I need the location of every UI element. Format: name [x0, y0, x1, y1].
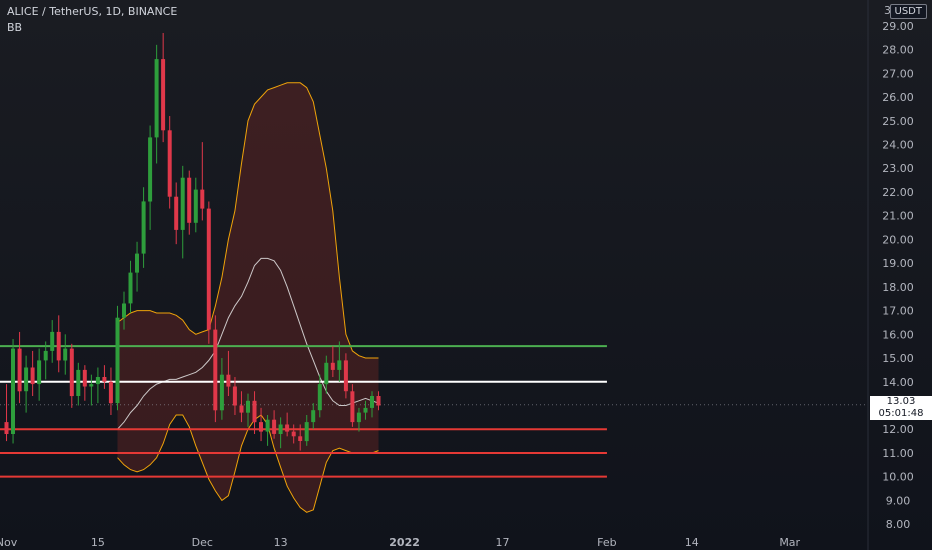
- symbol-title[interactable]: ALICE / TetherUS, 1D, BINANCE: [7, 5, 177, 18]
- candle-body-6: [43, 350, 48, 361]
- candle-body-55: [363, 407, 368, 413]
- y-tick-label: 28.00: [882, 44, 914, 57]
- candle-body-28: [187, 177, 192, 223]
- candle-body-3: [24, 367, 29, 392]
- candle-body-18: [122, 303, 126, 318]
- y-tick-label: 23.00: [882, 162, 914, 175]
- candle-body-46: [304, 422, 309, 442]
- y-tick-label: 8.00: [886, 518, 911, 531]
- candle-body-17: [115, 317, 120, 404]
- y-tick-label: 25.00: [882, 115, 914, 128]
- candle-body-4: [30, 367, 35, 385]
- candle-body-10: [69, 348, 74, 397]
- candle-body-21: [141, 201, 146, 254]
- candle-body-16: [108, 381, 113, 404]
- candle-body-54: [356, 412, 361, 423]
- candle-body-53: [350, 391, 355, 423]
- y-tick-label: 26.00: [882, 91, 914, 104]
- y-tick-label: 15.00: [882, 352, 914, 365]
- candle-body-13: [89, 384, 94, 387]
- candle-body-49: [324, 362, 329, 385]
- candle-body-56: [370, 396, 374, 408]
- candle-body-50: [330, 362, 335, 370]
- y-tick-label: 27.00: [882, 67, 914, 80]
- candle-body-7: [50, 331, 55, 351]
- bar-countdown: 05:01:48: [878, 408, 924, 419]
- x-tick-label: Feb: [597, 536, 616, 549]
- candle-body-2: [17, 348, 22, 392]
- y-tick-label: 17.00: [882, 305, 914, 318]
- y-tick-label: 11.00: [882, 447, 914, 460]
- last-price-tag: 13.03 05:01:48: [870, 396, 932, 420]
- y-tick-label: 19.00: [882, 257, 914, 270]
- candle-body-24: [161, 59, 166, 131]
- y-tick-label: 10.00: [882, 471, 914, 484]
- candle-body-25: [167, 130, 172, 197]
- candle-body-44: [291, 431, 296, 437]
- x-tick-label: 17: [496, 536, 510, 549]
- candle-body-48: [317, 384, 322, 411]
- candle-body-11: [76, 369, 81, 396]
- candle-body-51: [337, 360, 342, 370]
- x-tick-label: 15: [91, 536, 105, 549]
- candle-body-1: [11, 348, 15, 434]
- y-tick-label: 18.00: [882, 281, 914, 294]
- candle-body-42: [278, 424, 283, 434]
- y-tick-label: 9.00: [886, 494, 911, 507]
- candle-body-45: [298, 436, 303, 441]
- price-chart[interactable]: 8.009.0010.0011.0012.0013.0014.0015.0016…: [0, 0, 932, 550]
- candle-body-39: [259, 422, 263, 432]
- x-tick-label: 13: [274, 536, 288, 549]
- y-tick-label: 14.00: [882, 376, 914, 389]
- candle-body-15: [102, 377, 107, 382]
- candle-body-34: [226, 374, 231, 387]
- candle-body-43: [285, 424, 290, 432]
- candle-body-38: [252, 400, 257, 423]
- x-tick-label: Mar: [779, 536, 800, 549]
- chart-container[interactable]: 8.009.0010.0011.0012.0013.0014.0015.0016…: [0, 0, 932, 550]
- candle-body-9: [63, 348, 68, 361]
- candle-body-40: [265, 419, 270, 432]
- candle-body-23: [154, 59, 159, 138]
- candle-body-32: [213, 329, 218, 411]
- candle-body-26: [174, 196, 179, 230]
- candle-body-8: [56, 331, 61, 361]
- y-tick-label: 29.00: [882, 20, 914, 33]
- candle-body-35: [232, 386, 237, 406]
- y-tick-label: 20.00: [882, 233, 914, 246]
- candle-body-52: [343, 360, 348, 392]
- candle-body-27: [180, 177, 185, 230]
- candle-body-0: [4, 422, 9, 434]
- candle-body-41: [272, 419, 277, 434]
- y-tick-label: 12.00: [882, 423, 914, 436]
- x-tick-label: 2022: [389, 536, 420, 549]
- candle-body-33: [219, 374, 224, 411]
- candle-body-30: [200, 189, 205, 209]
- candle-body-36: [239, 405, 244, 413]
- candle-body-31: [206, 208, 211, 330]
- candle-body-20: [135, 253, 139, 273]
- candle-body-22: [148, 137, 153, 202]
- candle-body-29: [193, 189, 198, 223]
- candle-body-14: [95, 377, 100, 385]
- candle-body-12: [82, 369, 87, 387]
- last-price-value: 13.03: [886, 396, 916, 407]
- x-tick-label: Dec: [192, 536, 213, 549]
- y-tick-label: 22.00: [882, 186, 914, 199]
- candle-body-47: [311, 410, 316, 423]
- candle-body-37: [246, 400, 250, 413]
- x-tick-label: 14: [685, 536, 699, 549]
- y-tick-label: 16.00: [882, 328, 914, 341]
- candle-body-5: [37, 360, 42, 385]
- candle-body-57: [376, 396, 381, 406]
- y-tick-label: 24.00: [882, 139, 914, 152]
- currency-button[interactable]: USDT: [889, 4, 927, 19]
- x-tick-label: Nov: [0, 536, 18, 549]
- candle-body-19: [128, 272, 133, 304]
- y-tick-label: 21.00: [882, 210, 914, 223]
- indicator-label[interactable]: BB: [7, 21, 22, 34]
